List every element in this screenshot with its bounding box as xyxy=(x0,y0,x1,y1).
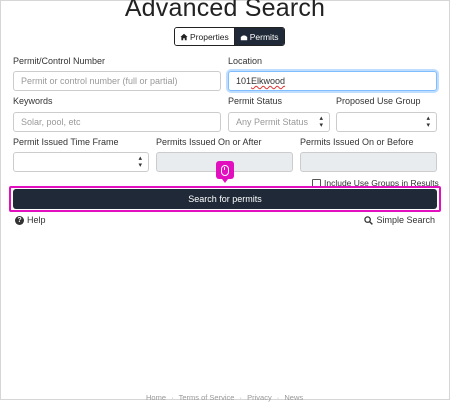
permit-number-label: Permit/Control Number xyxy=(13,56,106,66)
search-permits-button[interactable]: Search for permits xyxy=(13,189,437,209)
footer-links: Home · Terms of Service · Privacy · News xyxy=(146,393,304,402)
properties-toggle-label: Properties xyxy=(190,31,229,42)
location-value-street: Elkwood xyxy=(251,76,286,86)
page-title: Advanced Search xyxy=(124,0,326,22)
location-value-number: 101 xyxy=(236,76,252,86)
permits-toggle-button[interactable]: Permits xyxy=(234,28,284,45)
properties-toggle-button[interactable]: Properties xyxy=(175,28,235,45)
footer-link-news[interactable]: News xyxy=(284,393,303,402)
time-frame-select[interactable]: ▴ ▾ xyxy=(13,152,149,172)
keywords-label: Keywords xyxy=(13,96,53,106)
proposed-use-select[interactable]: ▴ ▾ xyxy=(336,112,437,132)
keywords-input[interactable]: Solar, pool, etc xyxy=(13,112,221,132)
building-icon xyxy=(240,34,247,40)
select-chevron-icon: ▴ ▾ xyxy=(319,115,323,129)
permit-number-placeholder: Permit or control number (full or partia… xyxy=(21,76,178,86)
issued-before-label: Permits Issued On or Before xyxy=(300,137,414,147)
time-frame-label: Permit Issued Time Frame xyxy=(13,137,119,147)
question-circle-icon: ? xyxy=(15,215,24,225)
simple-search-link[interactable]: Simple Search xyxy=(364,215,435,225)
footer-link-privacy[interactable]: Privacy xyxy=(247,393,272,402)
location-input[interactable]: 101 Elkwood xyxy=(228,71,437,91)
mouse-cursor-icon xyxy=(216,161,234,183)
permit-number-input[interactable]: Permit or control number (full or partia… xyxy=(13,71,221,91)
search-type-toggle: Properties Permits xyxy=(174,27,285,46)
footer-link-home[interactable]: Home xyxy=(146,393,166,402)
simple-search-label: Simple Search xyxy=(376,215,435,225)
issued-after-label: Permits Issued On or After xyxy=(156,137,262,147)
proposed-use-label: Proposed Use Group xyxy=(336,96,421,106)
permit-status-selected: Any Permit Status xyxy=(236,117,309,127)
select-chevron-icon: ▴ ▾ xyxy=(426,115,430,129)
location-label: Location xyxy=(228,56,263,66)
footer-link-terms[interactable]: Terms of Service xyxy=(179,393,235,402)
permit-status-select[interactable]: Any Permit Status ▴ ▾ xyxy=(228,112,330,132)
issued-before-input[interactable] xyxy=(300,152,437,172)
select-chevron-icon: ▴ ▾ xyxy=(138,155,142,169)
search-icon xyxy=(364,215,374,225)
permit-status-label: Permit Status xyxy=(228,96,283,106)
home-icon xyxy=(180,33,188,40)
help-link-label: Help xyxy=(27,215,46,225)
permits-toggle-label: Permits xyxy=(249,31,279,42)
keywords-placeholder: Solar, pool, etc xyxy=(21,117,81,127)
help-link[interactable]: ? Help xyxy=(15,215,46,225)
